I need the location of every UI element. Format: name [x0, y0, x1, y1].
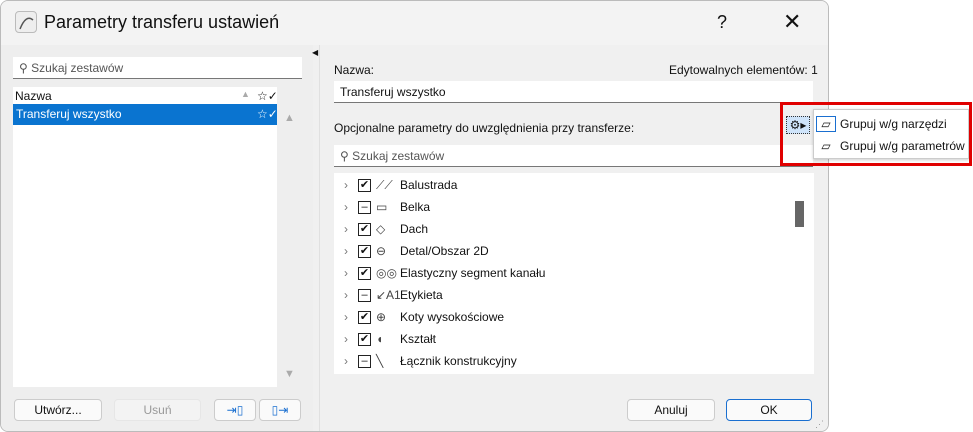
help-button[interactable]: ? [717, 12, 727, 33]
checkbox[interactable]: ✔ [358, 244, 371, 258]
star-check-icon: ☆✓ [257, 107, 278, 121]
detail-icon: ⊖ [376, 244, 387, 258]
flex-duct-icon: ◎◎ [376, 266, 397, 280]
tree-row[interactable]: › ✔ ◖ Kształt [334, 328, 794, 350]
chevron-right-icon[interactable]: › [334, 310, 358, 324]
label-icon: ↙A1 [376, 288, 401, 302]
search-icon: ⚲ [19, 61, 28, 75]
shape-icon: ◖ [376, 332, 384, 346]
tree-label: Dach [400, 222, 429, 236]
dialog-window: Parametry transferu ustawień ? ✕ ⚲ Szuka… [0, 0, 829, 432]
scroll-down-icon[interactable]: ▼ [284, 368, 295, 380]
column-name: Nazwa [15, 89, 52, 103]
tree-row[interactable]: › ✔ ⟋⟋ Balustrada [334, 174, 794, 196]
scroll-up-icon[interactable]: ▲ [284, 112, 295, 124]
preset-list [13, 125, 277, 387]
editable-count: Edytowalnych elementów: 1 [669, 63, 818, 77]
chevron-right-icon[interactable]: › [334, 332, 358, 346]
connector-icon: ╲ [376, 354, 384, 368]
optional-label: Opcjonalne parametry do uwzględnienia pr… [334, 121, 635, 135]
checkbox[interactable]: ✔ [358, 222, 371, 236]
tree-row[interactable]: › ✔ ◇ Dach [334, 218, 794, 240]
tree-label: Kształt [400, 332, 437, 346]
search-placeholder: Szukaj zestawów [352, 149, 445, 163]
close-button[interactable]: ✕ [783, 9, 801, 35]
tree-label: Belka [400, 200, 431, 214]
checkbox[interactable]: – [358, 288, 371, 302]
delete-button[interactable]: Usuń [114, 399, 201, 421]
tree-label: Koty wysokościowe [400, 310, 505, 324]
tree-row[interactable]: › ✔ ⊖ Detal/Obszar 2D [334, 240, 794, 262]
checkbox[interactable]: – [358, 354, 371, 368]
resize-grip-icon[interactable]: ⋰ [815, 419, 824, 430]
list-item[interactable]: Transferuj wszystko ☆✓ [13, 104, 278, 125]
tree-row[interactable]: › – ▭ Belka [334, 196, 794, 218]
tree-label: Elastyczny segment kanału [400, 266, 546, 280]
tree-row[interactable]: › – ╲ Łącznik konstrukcyjny [334, 350, 794, 372]
collapse-icon[interactable]: ◀ [312, 48, 318, 57]
elevation-icon: ⊕ [376, 310, 387, 324]
chevron-right-icon[interactable]: › [334, 266, 358, 280]
chevron-right-icon[interactable]: › [334, 222, 358, 236]
checkbox[interactable]: – [358, 200, 371, 214]
star-check-icon: ☆✓ [257, 89, 278, 103]
list-header[interactable]: Nazwa ▲ ☆✓ [13, 87, 278, 104]
roof-icon: ◇ [376, 222, 386, 236]
tree-label: Detal/Obszar 2D [400, 244, 489, 258]
checkbox[interactable]: ✔ [358, 332, 371, 346]
item-label: Transferuj wszystko [16, 107, 122, 121]
chevron-right-icon[interactable]: › [334, 244, 358, 258]
tree-row[interactable]: › ✔ ◎◎ Elastyczny segment kanału [334, 262, 794, 284]
name-input[interactable]: Transferuj wszystko [334, 81, 813, 103]
beam-icon: ▭ [376, 200, 388, 214]
search-icon: ⚲ [340, 149, 349, 163]
title-bar: Parametry transferu ustawień ? ✕ [1, 1, 828, 45]
highlight-box [780, 102, 972, 166]
import-icon: ⇥▯ [226, 403, 244, 417]
search-placeholder: Szukaj zestawów [31, 61, 124, 75]
railing-icon: ⟋⟋ [376, 177, 393, 192]
preset-search-input[interactable]: ⚲ Szukaj zestawów [13, 57, 302, 79]
checkbox[interactable]: ✔ [358, 266, 371, 280]
chevron-right-icon[interactable]: › [334, 178, 358, 192]
tree-label: Łącznik konstrukcyjny [400, 354, 517, 368]
chevron-right-icon[interactable]: › [334, 200, 358, 214]
export-icon: ▯⇥ [271, 403, 289, 417]
name-label: Nazwa: [334, 63, 375, 77]
import-button[interactable]: ⇥▯ [214, 399, 256, 421]
chevron-right-icon[interactable]: › [334, 288, 358, 302]
tree-label: Balustrada [400, 178, 458, 192]
sort-icon[interactable]: ▲ [241, 89, 250, 99]
create-button[interactable]: Utwórz... [14, 399, 102, 421]
tree-row[interactable]: › – ↙A1 Etykieta [334, 284, 794, 306]
cancel-button[interactable]: Anuluj [627, 399, 715, 421]
chevron-right-icon[interactable]: › [334, 354, 358, 368]
app-icon [15, 11, 37, 33]
param-search-input[interactable]: ⚲ Szukaj zestawów [334, 145, 813, 167]
checkbox[interactable]: ✔ [358, 310, 371, 324]
parameter-tree: › ✔ ⟋⟋ Balustrada › – ▭ Belka › ✔ ◇ Dach › ✔ ⊖ Detal/Ob… [334, 173, 814, 374]
export-button[interactable]: ▯⇥ [259, 399, 301, 421]
ok-button[interactable]: OK [726, 399, 812, 421]
scrollbar-thumb[interactable] [795, 201, 804, 227]
tree-label: Etykieta [400, 288, 443, 302]
checkbox[interactable]: ✔ [358, 178, 371, 192]
tree-row[interactable]: › ✔ ⊕ Koty wysokościowe [334, 306, 794, 328]
dialog-title: Parametry transferu ustawień [44, 12, 280, 32]
